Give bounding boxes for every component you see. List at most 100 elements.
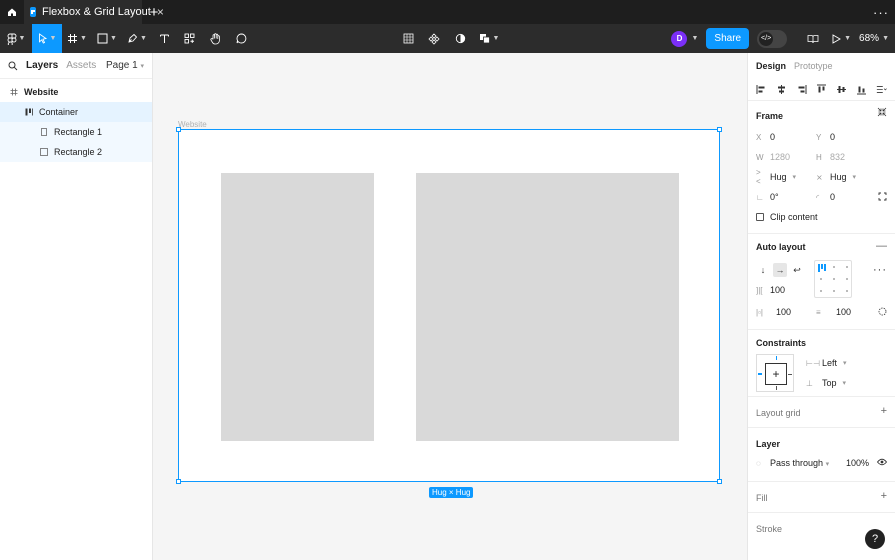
align-bottom-icon[interactable]: [856, 84, 867, 95]
add-fill-icon[interactable]: +: [881, 490, 887, 502]
frame-label[interactable]: Website: [178, 120, 207, 129]
resize-handle-top-left[interactable]: [176, 127, 181, 132]
distribute-icon[interactable]: [876, 84, 887, 95]
website-frame[interactable]: [176, 127, 722, 484]
constraints-title: Constraints: [756, 338, 807, 348]
resize-handle-top-right[interactable]: [717, 127, 722, 132]
alignment-dot: [846, 290, 848, 292]
dev-mode-toggle[interactable]: </>: [757, 29, 788, 48]
pen-tool[interactable]: ▼: [122, 24, 152, 53]
present-button[interactable]: ▼: [831, 24, 851, 53]
alignment-grid[interactable]: [814, 260, 852, 298]
home-button[interactable]: [0, 0, 24, 24]
mask-button[interactable]: [450, 24, 470, 53]
align-left-icon[interactable]: [756, 84, 767, 95]
tab-prototype[interactable]: Prototype: [794, 61, 833, 71]
align-center-vertical-icon[interactable]: [836, 84, 847, 95]
layout-grid-button[interactable]: [398, 24, 418, 53]
rectangle-1[interactable]: [221, 173, 374, 441]
eye-icon[interactable]: [876, 458, 888, 468]
align-top-icon[interactable]: [816, 84, 827, 95]
search-icon[interactable]: [8, 61, 18, 71]
corner-radius-icon: ◜: [816, 192, 820, 202]
size-badge: Hug × Hug: [429, 487, 474, 498]
clip-content-row[interactable]: Clip content: [756, 207, 887, 227]
clip-content-checkbox[interactable]: [756, 213, 764, 221]
alignment-indicator: [818, 264, 820, 272]
resize-to-fit-icon[interactable]: [877, 107, 887, 120]
resize-handle-bottom-left[interactable]: [176, 479, 181, 484]
library-button[interactable]: [803, 24, 823, 53]
opacity-value[interactable]: 100%: [846, 458, 869, 468]
fill-section: Fill +: [748, 482, 895, 513]
tab-assets[interactable]: Assets: [66, 60, 96, 71]
height-field[interactable]: H 832: [816, 152, 876, 162]
move-tool[interactable]: ▼: [32, 24, 62, 53]
x-value: 0: [770, 132, 776, 142]
layer-section: Layer ◌ Pass through ▾ 100%: [748, 428, 895, 482]
horizontal-constraint-select[interactable]: ⊢⊣ Left ▾: [806, 358, 847, 368]
zoom-menu[interactable]: 68% ▼: [859, 24, 889, 53]
resize-handle-bottom-right[interactable]: [717, 479, 722, 484]
layer-rectangle-2[interactable]: Rectangle 2: [0, 142, 152, 162]
share-button[interactable]: Share: [706, 28, 750, 49]
width-field[interactable]: W 1280: [756, 152, 816, 162]
canvas[interactable]: Website Hug × Hug: [153, 53, 747, 560]
resources-tool[interactable]: [176, 24, 202, 53]
main-menu-button[interactable]: ▼: [0, 24, 32, 53]
boolean-button[interactable]: ▼: [476, 24, 502, 53]
remove-auto-layout-icon[interactable]: —: [876, 240, 887, 252]
rotation-field[interactable]: ∟ 0°: [756, 192, 816, 202]
layout-grid-section: Layout grid +: [748, 397, 895, 428]
alignment-row: [748, 79, 895, 101]
chevron-down-icon: ▾: [140, 63, 144, 70]
direction-vertical-icon[interactable]: ↓: [756, 263, 770, 277]
vertical-constraint-select[interactable]: ⊥ Top ▾: [806, 378, 846, 388]
file-tab[interactable]: Flexbox & Grid Layout ×: [24, 0, 164, 24]
blend-mode-value: Pass through: [770, 458, 824, 468]
layer-name: Website: [24, 87, 59, 97]
add-layout-grid-icon[interactable]: +: [881, 405, 887, 417]
help-button[interactable]: ?: [865, 529, 885, 549]
layer-rectangle-1[interactable]: Rectangle 1: [0, 122, 152, 142]
width-mode-select[interactable]: >< Hug ▾: [756, 168, 816, 186]
more-options-icon[interactable]: ···: [867, 5, 895, 20]
new-tab-button[interactable]: +: [142, 0, 166, 24]
more-options-icon[interactable]: ···: [873, 264, 887, 276]
blend-mode-select[interactable]: Pass through ▾: [770, 458, 829, 468]
tab-layers[interactable]: Layers: [26, 60, 58, 71]
component-button[interactable]: [424, 24, 444, 53]
layer-container[interactable]: Container: [0, 102, 152, 122]
independent-corners-icon[interactable]: [878, 192, 887, 203]
rectangle-2[interactable]: [416, 173, 679, 441]
x-field[interactable]: X0: [756, 132, 816, 142]
multiplayer-avatar[interactable]: D ▼: [671, 24, 698, 53]
independent-padding-icon[interactable]: [878, 307, 887, 318]
vertical-padding-field[interactable]: ≡ 100: [816, 307, 876, 317]
tab-design[interactable]: Design: [756, 61, 786, 71]
contrast-icon: [455, 33, 465, 44]
comment-tool[interactable]: [228, 24, 254, 53]
gap-value[interactable]: 100: [770, 285, 785, 295]
wrap-icon[interactable]: ↩: [790, 263, 804, 277]
y-field[interactable]: Y0: [816, 132, 876, 142]
align-right-icon[interactable]: [796, 84, 807, 95]
layer-name: Rectangle 2: [54, 147, 103, 157]
horizontal-padding-field[interactable]: |▫| 100: [756, 307, 816, 317]
zoom-level: 68%: [859, 33, 880, 44]
frame-tool[interactable]: ▼: [62, 24, 92, 53]
shape-tool[interactable]: ▼: [92, 24, 122, 53]
text-tool[interactable]: [152, 24, 176, 53]
height-mode-select[interactable]: ⨯ Hug ▾: [816, 172, 876, 182]
constraint-widget[interactable]: +: [756, 354, 794, 392]
user-avatar: D: [671, 30, 688, 47]
layer-website[interactable]: Website: [0, 82, 152, 102]
chevron-down-icon: ▼: [49, 35, 57, 42]
direction-horizontal-icon[interactable]: →: [773, 263, 787, 277]
blend-mode-icon: ◌: [756, 458, 761, 468]
page-selector[interactable]: Page 1 ▾: [106, 60, 144, 71]
align-center-horizontal-icon[interactable]: [776, 84, 787, 95]
corner-radius-field[interactable]: ◜ 0: [816, 192, 876, 202]
hand-tool[interactable]: [202, 24, 228, 53]
frame-section: Frame X0 Y0 W 1280 H 832 >< Hug ▾ ⨯ Hug ▾ …: [748, 101, 895, 234]
